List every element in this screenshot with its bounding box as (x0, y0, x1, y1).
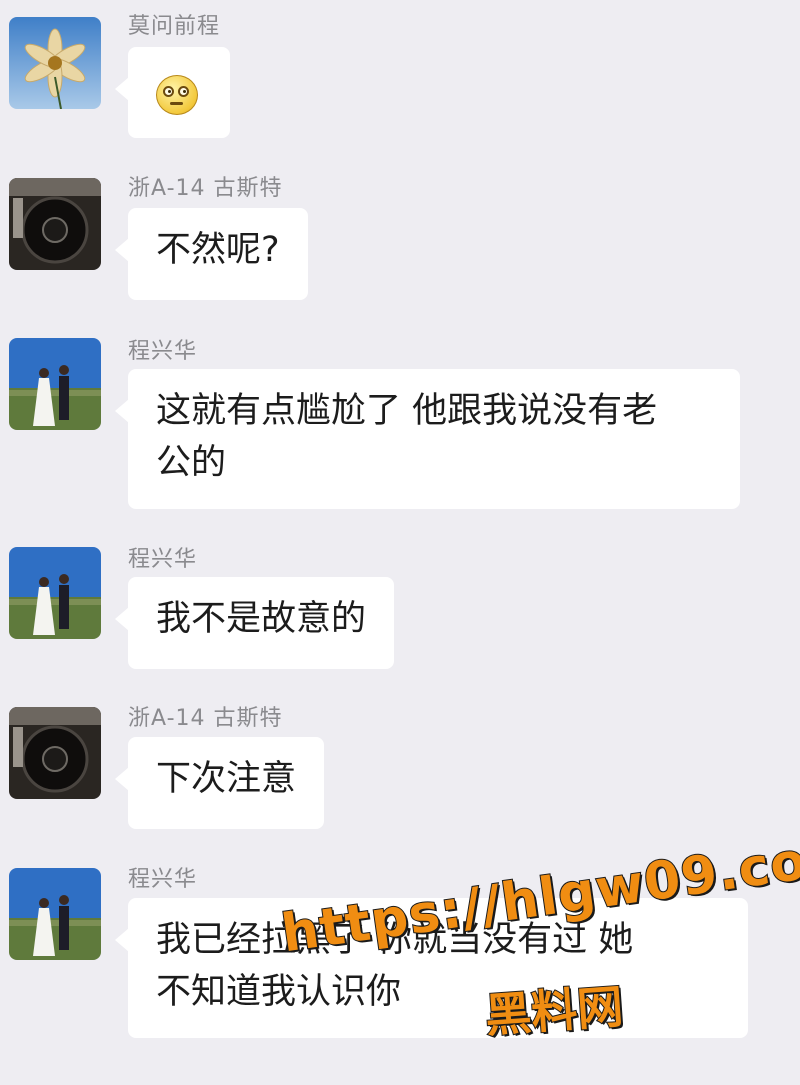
dark-photo-avatar[interactable] (9, 707, 101, 799)
sender-name: 浙A-14 古斯特 (128, 176, 283, 201)
message-bubble[interactable]: 我不是故意的 (114, 577, 395, 669)
squinting-face-emoji (156, 75, 198, 115)
sender-name: 浙A-14 古斯特 (128, 706, 283, 731)
flower-avatar[interactable] (9, 17, 101, 109)
message-bubble[interactable]: 下次注意 (114, 737, 325, 829)
sender-name: 程兴华 (128, 339, 198, 364)
sender-name: 程兴华 (128, 547, 198, 572)
message-bubble[interactable]: 这就有点尴尬了 他跟我说没有老 公的 (115, 369, 740, 509)
wedding-photo-avatar[interactable] (9, 338, 101, 430)
message-text: 这就有点尴尬了 他跟我说没有老 (156, 391, 658, 431)
message-text: 不然呢? (156, 230, 280, 270)
message-bubble[interactable]: 不然呢? (115, 208, 308, 300)
message-text: 不知道我认识你 (156, 972, 402, 1012)
sender-name: 程兴华 (128, 867, 198, 892)
watermark-site-name: 黑料网 (482, 978, 625, 1043)
message-text: 我不是故意的 (156, 599, 367, 639)
wedding-photo-avatar[interactable] (9, 868, 101, 960)
message-text: 公的 (156, 443, 227, 483)
wedding-photo-avatar[interactable] (9, 547, 101, 639)
message-text: 下次注意 (156, 759, 297, 799)
dark-photo-avatar[interactable] (9, 178, 101, 270)
sender-name: 莫问前程 (128, 14, 221, 39)
message-bubble[interactable] (115, 47, 230, 138)
